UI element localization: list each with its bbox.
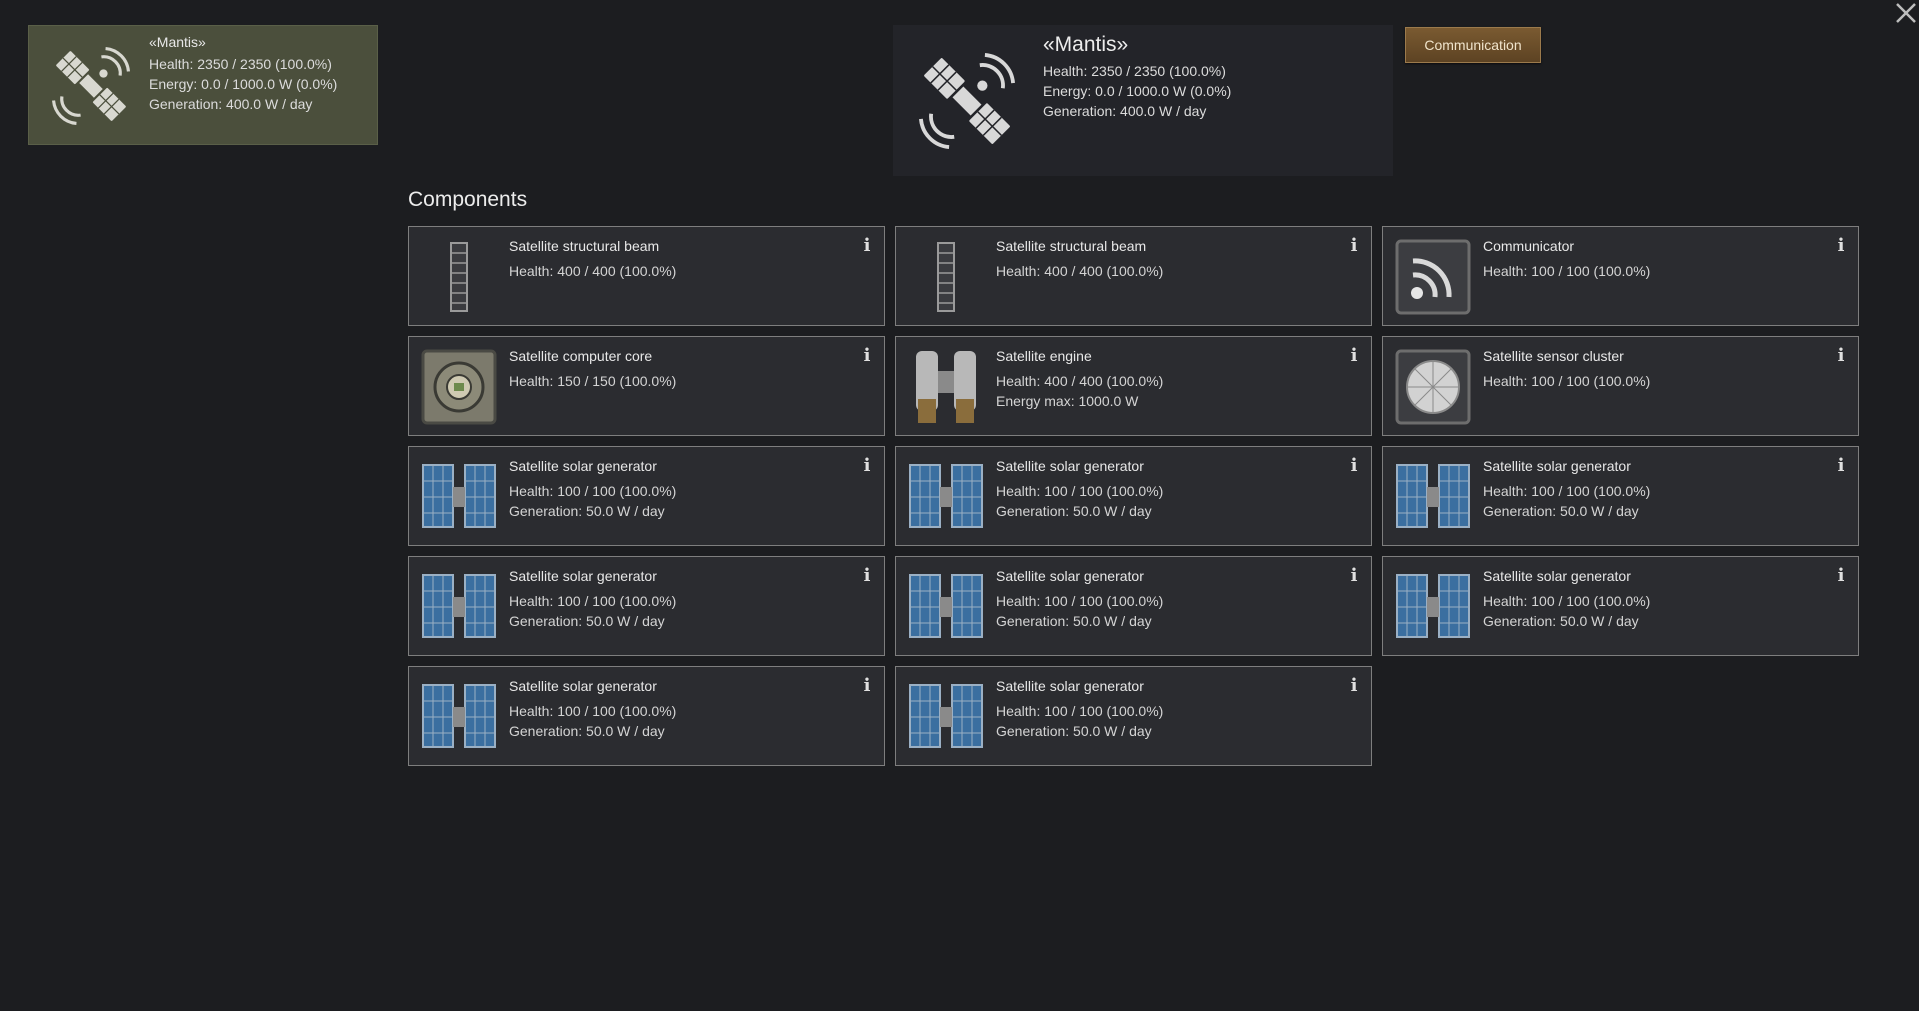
component-detail: Generation: 50.0 W / day [996,503,1152,519]
summary-energy: Energy: 0.0 / 1000.0 W (0.0%) [1043,83,1232,99]
summary-name: «Mantis» [1043,33,1129,56]
communicator-icon [1393,237,1473,317]
info-icon[interactable]: i [860,456,874,476]
communication-button[interactable]: Communication [1405,27,1541,63]
component-card: Satellite solar generator Health: 100 / 1… [1382,556,1859,656]
component-title: Satellite solar generator [996,568,1144,584]
component-card: Communicator Health: 100 / 100 (100.0%) i [1382,226,1859,326]
satellite-list-item-mantis[interactable]: «Mantis» Health: 2350 / 2350 (100.0%) En… [28,25,378,145]
solar-panel-icon [906,677,986,757]
engine-icon [906,347,986,427]
solar-panel-icon [1393,457,1473,537]
component-card: Satellite solar generator Health: 100 / 1… [408,556,885,656]
summary-health: Health: 2350 / 2350 (100.0%) [1043,63,1226,79]
solar-panel-icon [419,457,499,537]
components-grid: Satellite structural beam Health: 400 / 4… [408,226,1859,766]
component-detail: Generation: 50.0 W / day [996,613,1152,629]
component-card: Satellite solar generator Health: 100 / 1… [895,446,1372,546]
sensor-cluster-icon [1393,347,1473,427]
satellite-window: «Mantis» Health: 2350 / 2350 (100.0%) En… [0,0,1919,1011]
satellite-icon [919,53,1015,149]
component-card: Satellite solar generator Health: 100 / 1… [408,666,885,766]
component-title: Satellite solar generator [509,458,657,474]
component-title: Satellite engine [996,348,1092,364]
solar-panel-icon [419,567,499,647]
beam-icon [419,237,499,317]
component-health: Health: 100 / 100 (100.0%) [996,703,1164,719]
component-health: Health: 100 / 100 (100.0%) [1483,483,1651,499]
component-health: Health: 400 / 400 (100.0%) [996,373,1164,389]
component-title: Satellite solar generator [509,568,657,584]
info-icon[interactable]: i [1834,566,1848,586]
component-card: Satellite solar generator Health: 100 / 1… [408,446,885,546]
satellite-icon [52,47,130,125]
components-heading: Components [408,188,528,211]
component-detail: Generation: 50.0 W / day [1483,613,1639,629]
info-icon[interactable]: i [860,566,874,586]
component-title: Satellite solar generator [1483,568,1631,584]
component-card: Satellite solar generator Health: 100 / 1… [895,556,1372,656]
component-card: Satellite sensor cluster Health: 100 / 10… [1382,336,1859,436]
component-health: Health: 100 / 100 (100.0%) [996,593,1164,609]
component-health: Health: 100 / 100 (100.0%) [509,483,677,499]
component-card: Satellite computer core Health: 150 / 150… [408,336,885,436]
info-icon[interactable]: i [1347,676,1361,696]
component-health: Health: 100 / 100 (100.0%) [1483,263,1651,279]
component-health: Health: 100 / 100 (100.0%) [509,593,677,609]
close-icon[interactable] [1893,0,1919,26]
component-health: Health: 150 / 150 (100.0%) [509,373,677,389]
info-icon[interactable]: i [860,346,874,366]
component-title: Satellite sensor cluster [1483,348,1624,364]
satellite-tab-health: Health: 2350 / 2350 (100.0%) [149,56,332,72]
component-title: Satellite computer core [509,348,653,364]
satellite-tab-energy: Energy: 0.0 / 1000.0 W (0.0%) [149,76,338,92]
component-health: Health: 100 / 100 (100.0%) [1483,593,1651,609]
component-detail: Energy max: 1000.0 W [996,393,1139,409]
component-detail: Generation: 50.0 W / day [1483,503,1639,519]
component-detail: Generation: 50.0 W / day [509,723,665,739]
satellite-summary-panel: «Mantis» Health: 2350 / 2350 (100.0%) En… [893,25,1393,176]
component-title: Satellite solar generator [996,678,1144,694]
solar-panel-icon [906,457,986,537]
computer-core-icon [419,347,499,427]
info-icon[interactable]: i [1834,456,1848,476]
component-detail: Generation: 50.0 W / day [509,613,665,629]
satellite-tab-generation: Generation: 400.0 W / day [149,96,313,112]
info-icon[interactable]: i [1347,566,1361,586]
info-icon[interactable]: i [860,236,874,256]
component-health: Health: 400 / 400 (100.0%) [996,263,1164,279]
component-detail: Generation: 50.0 W / day [509,503,665,519]
component-title: Satellite solar generator [1483,458,1631,474]
solar-panel-icon [906,567,986,647]
component-card: Satellite structural beam Health: 400 / 4… [408,226,885,326]
component-detail: Generation: 50.0 W / day [996,723,1152,739]
component-card: Satellite solar generator Health: 100 / 1… [895,666,1372,766]
info-icon[interactable]: i [1834,346,1848,366]
beam-icon [906,237,986,317]
component-title: Satellite solar generator [996,458,1144,474]
info-icon[interactable]: i [1347,456,1361,476]
component-card: Satellite engine Health: 400 / 400 (100.0… [895,336,1372,436]
component-health: Health: 100 / 100 (100.0%) [996,483,1164,499]
info-icon[interactable]: i [1347,346,1361,366]
component-health: Health: 400 / 400 (100.0%) [509,263,677,279]
info-icon[interactable]: i [1834,236,1848,256]
solar-panel-icon [419,677,499,757]
component-title: Satellite structural beam [509,238,660,254]
component-health: Health: 100 / 100 (100.0%) [1483,373,1651,389]
component-title: Communicator [1483,238,1575,254]
info-icon[interactable]: i [860,676,874,696]
component-title: Satellite solar generator [509,678,657,694]
info-icon[interactable]: i [1347,236,1361,256]
component-health: Health: 100 / 100 (100.0%) [509,703,677,719]
component-title: Satellite structural beam [996,238,1147,254]
summary-generation: Generation: 400.0 W / day [1043,103,1207,119]
component-card: Satellite solar generator Health: 100 / 1… [1382,446,1859,546]
satellite-tab-name: «Mantis» [149,34,206,50]
component-card: Satellite structural beam Health: 400 / 4… [895,226,1372,326]
solar-panel-icon [1393,567,1473,647]
